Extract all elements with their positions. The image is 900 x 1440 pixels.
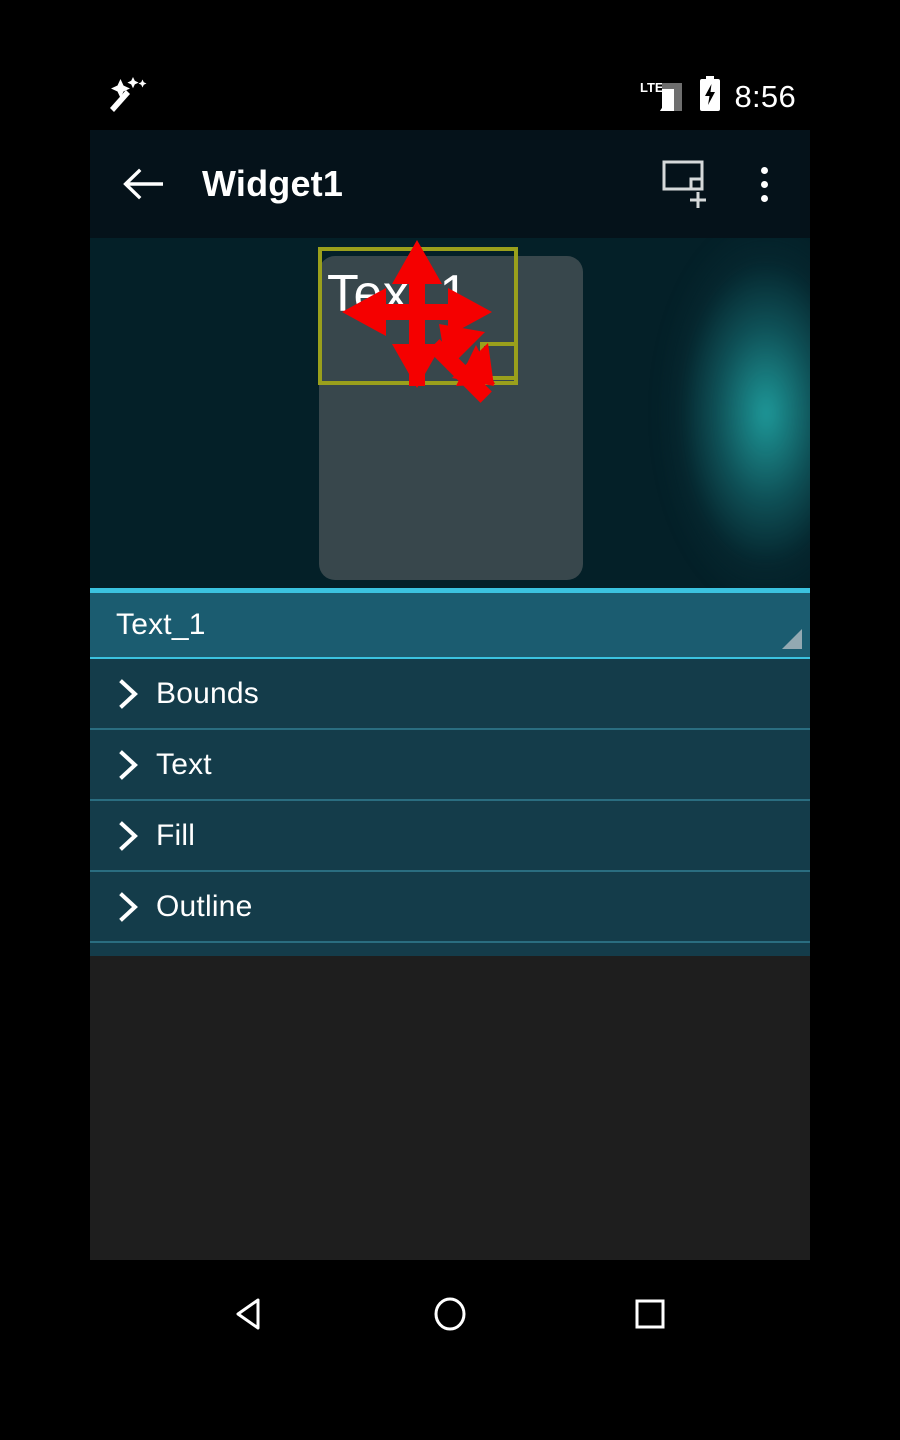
nav-home-circle-icon	[434, 1297, 466, 1331]
nav-back-triangle-icon	[236, 1298, 260, 1330]
property-row-bounds[interactable]: Bounds	[90, 659, 810, 730]
property-row-fill[interactable]: Fill	[90, 801, 810, 872]
property-label-fill: Fill	[156, 818, 196, 852]
canvas-glow	[550, 238, 810, 588]
system-nav-bar	[90, 1260, 810, 1368]
property-row-text[interactable]: Text	[90, 730, 810, 801]
chevron-right-icon	[114, 749, 144, 780]
properties-panel: Text_1 Bounds Text Fill Outline	[90, 588, 810, 956]
element-selector-spinner[interactable]: Text_1	[90, 593, 810, 659]
chevron-right-icon	[114, 891, 144, 922]
page-title: Widget1	[202, 163, 344, 204]
more-vertical-icon-dot2	[760, 180, 768, 188]
status-time: 8:56	[734, 78, 796, 114]
nav-recents-button[interactable]	[605, 1269, 695, 1359]
selection-corner-handle[interactable]	[480, 342, 518, 380]
magic-wand-icon	[104, 75, 148, 118]
chevron-right-icon	[114, 820, 144, 851]
chevron-right-icon	[114, 678, 144, 709]
empty-content-area	[90, 956, 810, 1260]
add-element-button[interactable]	[660, 153, 722, 215]
nav-recents-square-icon	[635, 1299, 665, 1329]
status-bar: LTE 8:56	[90, 62, 810, 130]
property-row-outline[interactable]: Outline	[90, 872, 810, 943]
app-bar: Widget1	[90, 130, 810, 238]
battery-charging-icon	[698, 75, 722, 117]
back-button[interactable]	[116, 156, 172, 212]
property-label-outline: Outline	[156, 889, 253, 923]
widget-preview-canvas[interactable]: Text 1	[90, 238, 810, 588]
status-bar-right: LTE 8:56	[640, 75, 796, 117]
dropdown-triangle-icon	[782, 629, 802, 649]
overflow-menu-button[interactable]	[740, 153, 788, 215]
signal-bars-icon: LTE	[640, 79, 686, 113]
nav-home-button[interactable]	[405, 1269, 495, 1359]
phone-screen: LTE 8:56 Widget1 Text 1 Text_1 Bounds Te…	[0, 0, 900, 1440]
arrow-left-icon	[123, 168, 163, 200]
more-vertical-icon	[760, 166, 768, 174]
property-label-text: Text	[156, 747, 212, 781]
lte-label: LTE	[640, 80, 664, 95]
selected-element-label: Text_1	[116, 608, 206, 641]
add-element-icon	[662, 160, 706, 208]
property-label-bounds: Bounds	[156, 676, 259, 710]
nav-back-button[interactable]	[205, 1269, 295, 1359]
status-bar-left	[104, 75, 148, 118]
more-vertical-icon-dot3	[760, 194, 768, 202]
